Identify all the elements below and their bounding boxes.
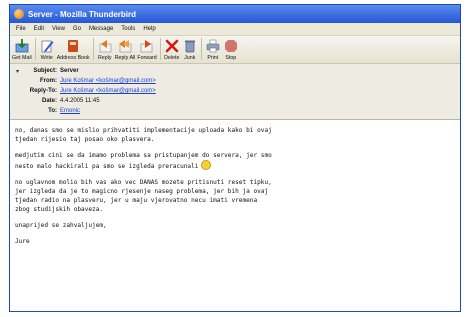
from-label: From: <box>40 78 57 84</box>
write-icon <box>39 38 55 54</box>
body-paragraph-2-text: medjutim cini se da imamo problema sa pr… <box>15 152 272 170</box>
replyto-label: Reply-To: <box>29 88 57 94</box>
from-address-link[interactable]: Jure Košmar <košmar@gmail.com> <box>60 78 156 84</box>
toolbar-separator <box>34 38 36 60</box>
menu-tools[interactable]: Tools <box>121 26 135 32</box>
address-book-icon <box>65 38 81 54</box>
replyto-row: Reply-To: Jure Košmar <košmar@gmail.com> <box>10 86 460 96</box>
stop-label: Stop <box>225 55 237 61</box>
reply-label: Reply <box>97 55 112 61</box>
reply-button[interactable]: Reply <box>97 36 113 61</box>
menu-view[interactable]: View <box>52 26 65 32</box>
to-row: To: Emonic <box>10 106 460 116</box>
title-bar: Server - Mozilla Thunderbird <box>10 5 460 23</box>
junk-icon <box>182 38 198 54</box>
junk-label: Junk <box>184 55 196 61</box>
menu-go[interactable]: Go <box>73 26 81 32</box>
smiley-icon <box>201 160 212 170</box>
toolbar: Get Mail Write Address Book Reply Reply … <box>10 36 460 64</box>
to-label: To: <box>48 108 57 114</box>
print-label: Print <box>207 55 219 61</box>
print-icon <box>205 38 221 54</box>
reply-all-icon <box>117 38 133 54</box>
reply-all-button[interactable]: Reply All <box>114 36 136 61</box>
delete-icon <box>164 38 180 54</box>
to-address-link[interactable]: Emonic <box>60 108 80 114</box>
get-mail-button[interactable]: Get Mail <box>12 36 32 61</box>
collapse-headers-icon[interactable]: ▾ <box>16 68 19 75</box>
forward-icon <box>139 38 155 54</box>
body-signature: Jure <box>15 238 30 245</box>
replyto-address-link[interactable]: Jure Košmar <košmar@gmail.com> <box>60 88 156 94</box>
write-button[interactable]: Write <box>39 36 55 61</box>
menu-help[interactable]: Help <box>143 26 155 32</box>
stop-button[interactable]: Stop <box>223 36 239 61</box>
reply-icon <box>97 38 113 54</box>
thunderbird-window: Server - Mozilla Thunderbird File Edit V… <box>9 4 461 312</box>
subject-row: Subject: Server <box>10 66 460 76</box>
toolbar-separator <box>159 38 161 60</box>
thunderbird-icon <box>14 9 24 19</box>
date-label: Date: <box>41 98 57 104</box>
print-button[interactable]: Print <box>205 36 221 61</box>
date-row: Date: 4.4.2005 11:45 <box>10 96 460 106</box>
toolbar-separator <box>92 38 94 60</box>
menu-file[interactable]: File <box>16 26 26 32</box>
get-mail-label: Get Mail <box>12 55 32 61</box>
junk-button[interactable]: Junk <box>182 36 198 61</box>
reply-all-label: Reply All <box>114 55 136 61</box>
delete-button[interactable]: Delete <box>164 36 180 61</box>
stop-icon <box>223 38 239 54</box>
from-row: From: Jure Košmar <košmar@gmail.com> <box>10 76 460 86</box>
address-book-button[interactable]: Address Book <box>57 36 90 61</box>
forward-button[interactable]: Forward <box>137 36 157 61</box>
delete-label: Delete <box>164 55 180 61</box>
get-mail-icon <box>14 38 30 54</box>
body-paragraph-1: no, danas smo se mislio prihvatiti imple… <box>15 127 272 143</box>
date-value: 4.4.2005 11:45 <box>60 98 100 104</box>
address-book-label: Address Book <box>56 55 90 61</box>
forward-label: Forward <box>137 55 157 61</box>
window-title: Server - Mozilla Thunderbird <box>28 9 137 19</box>
toolbar-separator <box>200 38 202 60</box>
menu-message[interactable]: Message <box>89 26 113 32</box>
body-paragraph-3: no uglavnom molio bih vas ako vec DANAS … <box>15 179 272 213</box>
body-paragraph-2: medjutim cini se da imamo problema sa pr… <box>15 151 455 171</box>
menu-edit[interactable]: Edit <box>34 26 44 32</box>
subject-value: Server <box>60 68 79 74</box>
body-paragraph-4: unaprijed se zahvaljujem, <box>15 222 107 229</box>
menu-bar: File Edit View Go Message Tools Help <box>10 23 460 36</box>
message-headers: ▾ Subject: Server From: Jure Košmar <koš… <box>10 64 460 120</box>
write-label: Write <box>40 55 53 61</box>
message-body: no, danas smo se mislio prihvatiti imple… <box>10 120 460 259</box>
